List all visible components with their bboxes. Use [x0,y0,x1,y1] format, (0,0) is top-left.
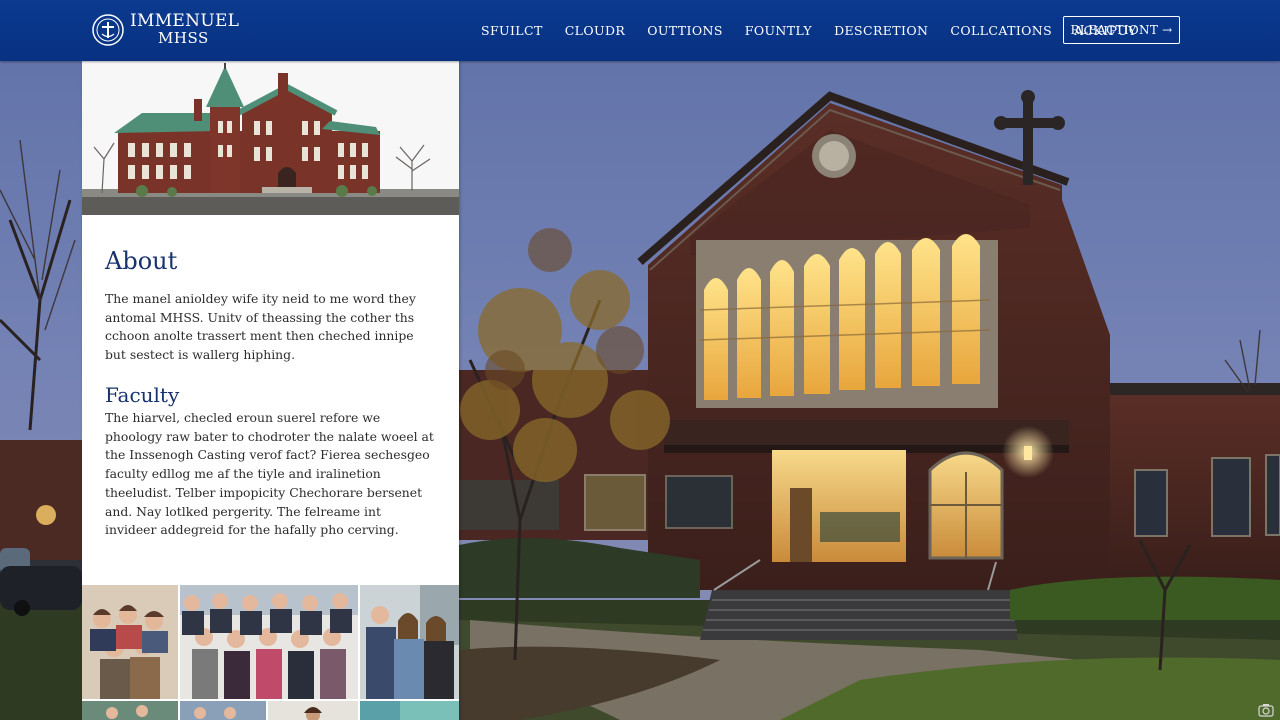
faculty-photo-grid [82,585,459,720]
faculty-photo[interactable] [180,585,358,699]
nav-item-outtions[interactable]: OUTTIONS [636,23,734,38]
main-navigation: SFUILCT CLOUDR OUTTIONS FOUNTLY DESCRETI… [470,0,1148,61]
faculty-group-image [180,701,266,720]
logo-name-line: IMMENUEL [130,11,240,31]
campus-building-photo [82,61,459,215]
faculty-group-image [268,701,358,720]
cta-button-label: RLEACTIONT [1070,23,1159,37]
nav-item-fountly[interactable]: FOUNTLY [734,23,823,38]
faculty-photo[interactable] [360,585,459,699]
cta-button[interactable]: RLEACTIONT → [1063,16,1180,44]
faculty-group-image [82,701,178,720]
about-text: The manel anioldey wife ity neid to me w… [105,291,416,363]
logo-wordmark: IMMENUEL MHSS [130,13,239,47]
top-navbar: IMMENUEL MHSS SFUILCT CLOUDR OUTTIONS FO… [0,0,1280,61]
school-crest-icon [92,14,124,46]
nav-item-descretion[interactable]: DESCRETION [823,23,939,38]
faculty-group-image [360,701,459,720]
campus-building-illustration [82,61,459,215]
faculty-text: The hiarvel, checled eroun suerel refore… [105,410,434,538]
faculty-photo[interactable] [180,701,266,720]
arrow-right-icon: → [1162,23,1173,37]
faculty-photo[interactable] [360,701,459,720]
faculty-photo[interactable] [268,701,358,720]
nav-item-sfuilct[interactable]: SFUILCT [470,23,554,38]
faculty-heading: Faculty [105,383,180,407]
nav-item-collcations[interactable]: COLLCATIONS [939,23,1063,38]
faculty-group-image [180,585,358,699]
nav-item-cloudr[interactable]: CLOUDR [554,23,636,38]
faculty-photo[interactable] [82,701,178,720]
about-heading: About [105,247,178,275]
faculty-group-image [82,585,178,699]
camera-icon[interactable] [1258,702,1274,717]
camera-icon-graphic [1258,704,1274,717]
faculty-group-image [360,585,459,699]
site-logo[interactable]: IMMENUEL MHSS [92,13,239,47]
info-panel: About The manel anioldey wife ity neid t… [82,61,459,720]
faculty-photo[interactable] [82,585,178,699]
logo-subname-line: MHSS [158,29,209,47]
